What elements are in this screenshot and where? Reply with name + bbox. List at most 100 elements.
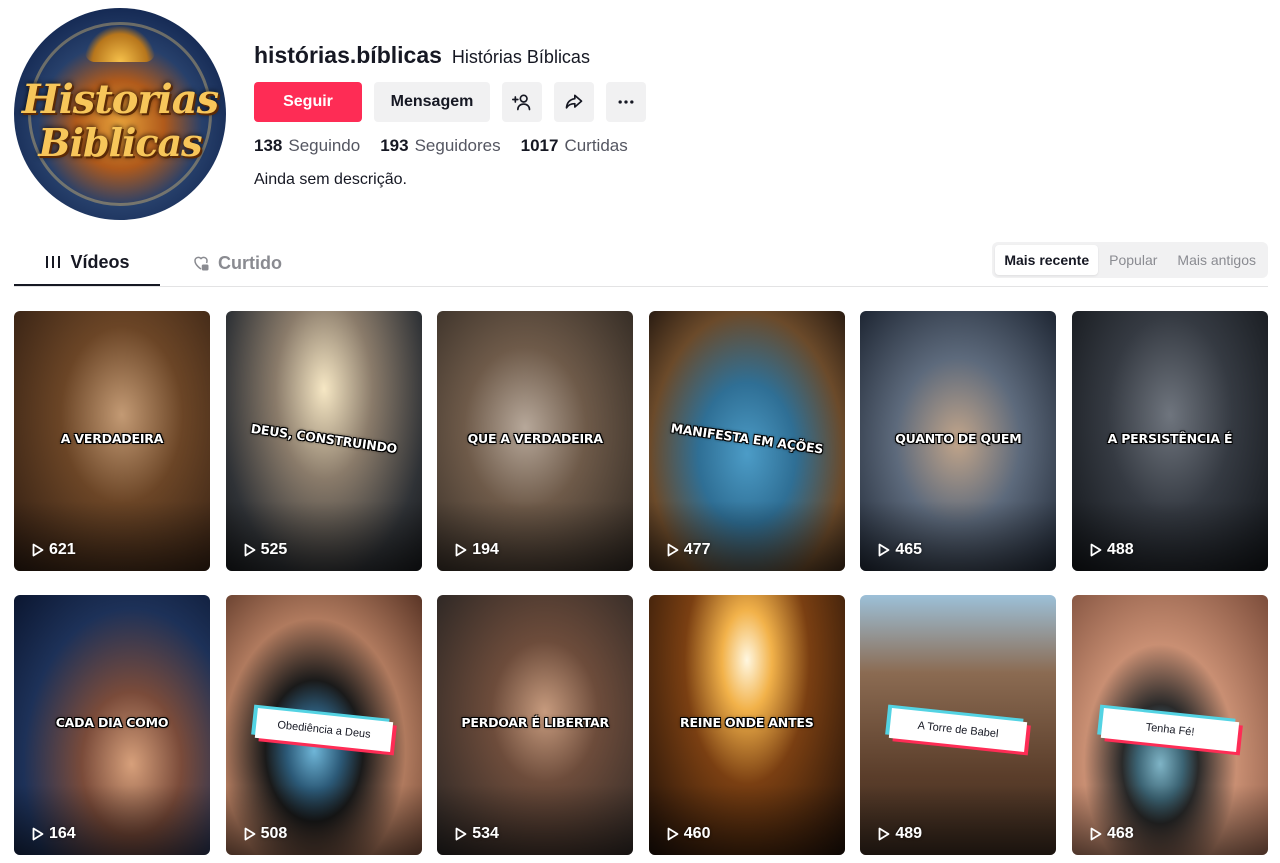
video-card[interactable]: PERDOAR É LIBERTAR 534 <box>437 595 634 855</box>
play-icon <box>667 543 679 557</box>
video-caption: QUE A VERDADEIRA <box>467 430 603 446</box>
profile-stats: 138 Seguindo 193 Seguidores 1017 Curtidas <box>254 136 628 156</box>
tab-videos[interactable]: Vídeos <box>14 240 160 286</box>
profile-bio: Ainda sem descrição. <box>254 171 407 188</box>
play-icon <box>878 827 890 841</box>
view-count: 508 <box>260 825 288 842</box>
followers-count: 193 <box>380 136 409 155</box>
add-friend-button[interactable] <box>502 82 542 122</box>
video-title-sticker: Obediência a Deus <box>254 707 393 752</box>
play-icon <box>455 827 467 841</box>
video-caption: CADA DIA COMO <box>55 714 169 730</box>
message-button[interactable]: Mensagem <box>374 82 490 122</box>
video-views: 534 <box>455 825 499 843</box>
content-tabs: Vídeos Curtido Mais recente Popular Mais… <box>14 240 1268 287</box>
video-caption: A VERDADEIRA <box>60 430 164 446</box>
video-grid: A VERDADEIRA 621 DEUS, CONSTRUINDO 525 Q… <box>14 311 1268 855</box>
nickname: Histórias Bíblicas <box>451 47 590 67</box>
video-caption: DEUS, CONSTRUINDO <box>249 420 398 456</box>
video-card[interactable]: Tenha Fé! 468 <box>1071 595 1268 855</box>
followers-label: Seguidores <box>414 136 501 155</box>
video-card[interactable]: QUANTO DE QUEM 465 <box>860 311 1057 571</box>
view-count: 460 <box>683 825 711 842</box>
video-shade <box>648 785 845 855</box>
follow-button[interactable]: Seguir <box>254 82 362 122</box>
video-caption: QUANTO DE QUEM <box>895 430 1022 446</box>
video-card[interactable]: REINE ONDE ANTES 460 <box>648 595 845 855</box>
view-count: 621 <box>49 541 76 558</box>
following-label: Seguindo <box>288 136 361 155</box>
video-card[interactable]: Obediência a Deus 508 <box>225 595 422 855</box>
tab-videos-label: Vídeos <box>70 251 130 272</box>
view-count: 534 <box>472 825 499 842</box>
play-icon <box>667 827 679 841</box>
video-shade <box>225 501 422 571</box>
view-count: 525 <box>260 541 288 558</box>
profile-actions: Seguir Mensagem <box>254 82 646 122</box>
sort-option-oldest[interactable]: Mais antigos <box>1168 245 1265 275</box>
likes-count: 1017 <box>520 136 559 155</box>
video-views: 468 <box>1090 825 1134 843</box>
more-button[interactable] <box>606 82 646 122</box>
grid-icon <box>46 256 61 268</box>
profile-names: histórias.bíblicas Histórias Bíblicas <box>254 42 590 69</box>
video-shade <box>1071 501 1268 571</box>
play-icon <box>32 543 44 557</box>
avatar-logo-line2: Biblicas <box>38 120 202 165</box>
video-card[interactable]: A PERSISTÊNCIA É 488 <box>1071 311 1268 571</box>
sort-toggle: Mais recente Popular Mais antigos <box>992 242 1268 278</box>
add-friend-icon <box>512 94 531 111</box>
video-card[interactable]: A Torre de Babel 489 <box>860 595 1057 855</box>
share-icon <box>565 94 583 109</box>
heart-lock-icon <box>194 256 209 271</box>
view-count: 477 <box>683 541 711 558</box>
video-shade <box>860 501 1057 571</box>
stat-following[interactable]: 138 Seguindo <box>254 136 360 156</box>
play-icon <box>1090 543 1102 557</box>
video-views: 525 <box>244 541 288 559</box>
stat-likes: 1017 Curtidas <box>521 136 628 156</box>
view-count: 488 <box>1106 541 1134 558</box>
video-caption: A PERSISTÊNCIA É <box>1107 430 1233 446</box>
video-title-sticker: Tenha Fé! <box>1100 707 1240 752</box>
avatar-ornament <box>85 26 155 62</box>
sort-option-recent[interactable]: Mais recente <box>995 245 1099 275</box>
video-views: 489 <box>878 825 922 843</box>
play-icon <box>244 543 255 557</box>
video-shade <box>860 785 1057 855</box>
video-views: 164 <box>32 825 76 843</box>
video-caption: REINE ONDE ANTES <box>680 714 814 730</box>
video-shade <box>14 501 210 571</box>
video-views: 488 <box>1090 541 1134 559</box>
tab-liked[interactable]: Curtido <box>192 240 282 286</box>
video-card[interactable]: A VERDADEIRA 621 <box>14 311 210 571</box>
share-button[interactable] <box>554 82 594 122</box>
play-icon <box>244 827 255 841</box>
video-card[interactable]: DEUS, CONSTRUINDO 525 <box>225 311 422 571</box>
video-shade <box>648 501 845 571</box>
play-icon <box>1090 827 1102 841</box>
video-caption: MANIFESTA EM AÇÕES <box>669 419 824 457</box>
view-count: 465 <box>895 541 923 558</box>
sort-option-popular[interactable]: Popular <box>1100 245 1166 275</box>
video-views: 477 <box>667 541 711 559</box>
video-shade <box>14 785 210 855</box>
video-card[interactable]: CADA DIA COMO 164 <box>14 595 210 855</box>
play-icon <box>455 543 467 557</box>
video-shade <box>437 501 634 571</box>
view-count: 468 <box>1106 825 1134 842</box>
video-card[interactable]: QUE A VERDADEIRA 194 <box>437 311 634 571</box>
video-title-sticker: A Torre de Babel <box>889 707 1028 752</box>
video-shade <box>225 785 422 855</box>
video-shade <box>1071 785 1268 855</box>
view-count: 164 <box>49 825 76 842</box>
play-icon <box>878 543 890 557</box>
tab-liked-label: Curtido <box>218 252 282 273</box>
video-views: 194 <box>455 541 499 559</box>
video-views: 508 <box>244 825 288 843</box>
avatar[interactable]: Historias Biblicas <box>14 8 226 220</box>
video-card[interactable]: MANIFESTA EM AÇÕES 477 <box>648 311 845 571</box>
video-views: 460 <box>667 825 711 843</box>
profile-header: Historias Biblicas histórias.bíblicas His… <box>14 8 1264 223</box>
stat-followers[interactable]: 193 Seguidores <box>380 136 500 156</box>
